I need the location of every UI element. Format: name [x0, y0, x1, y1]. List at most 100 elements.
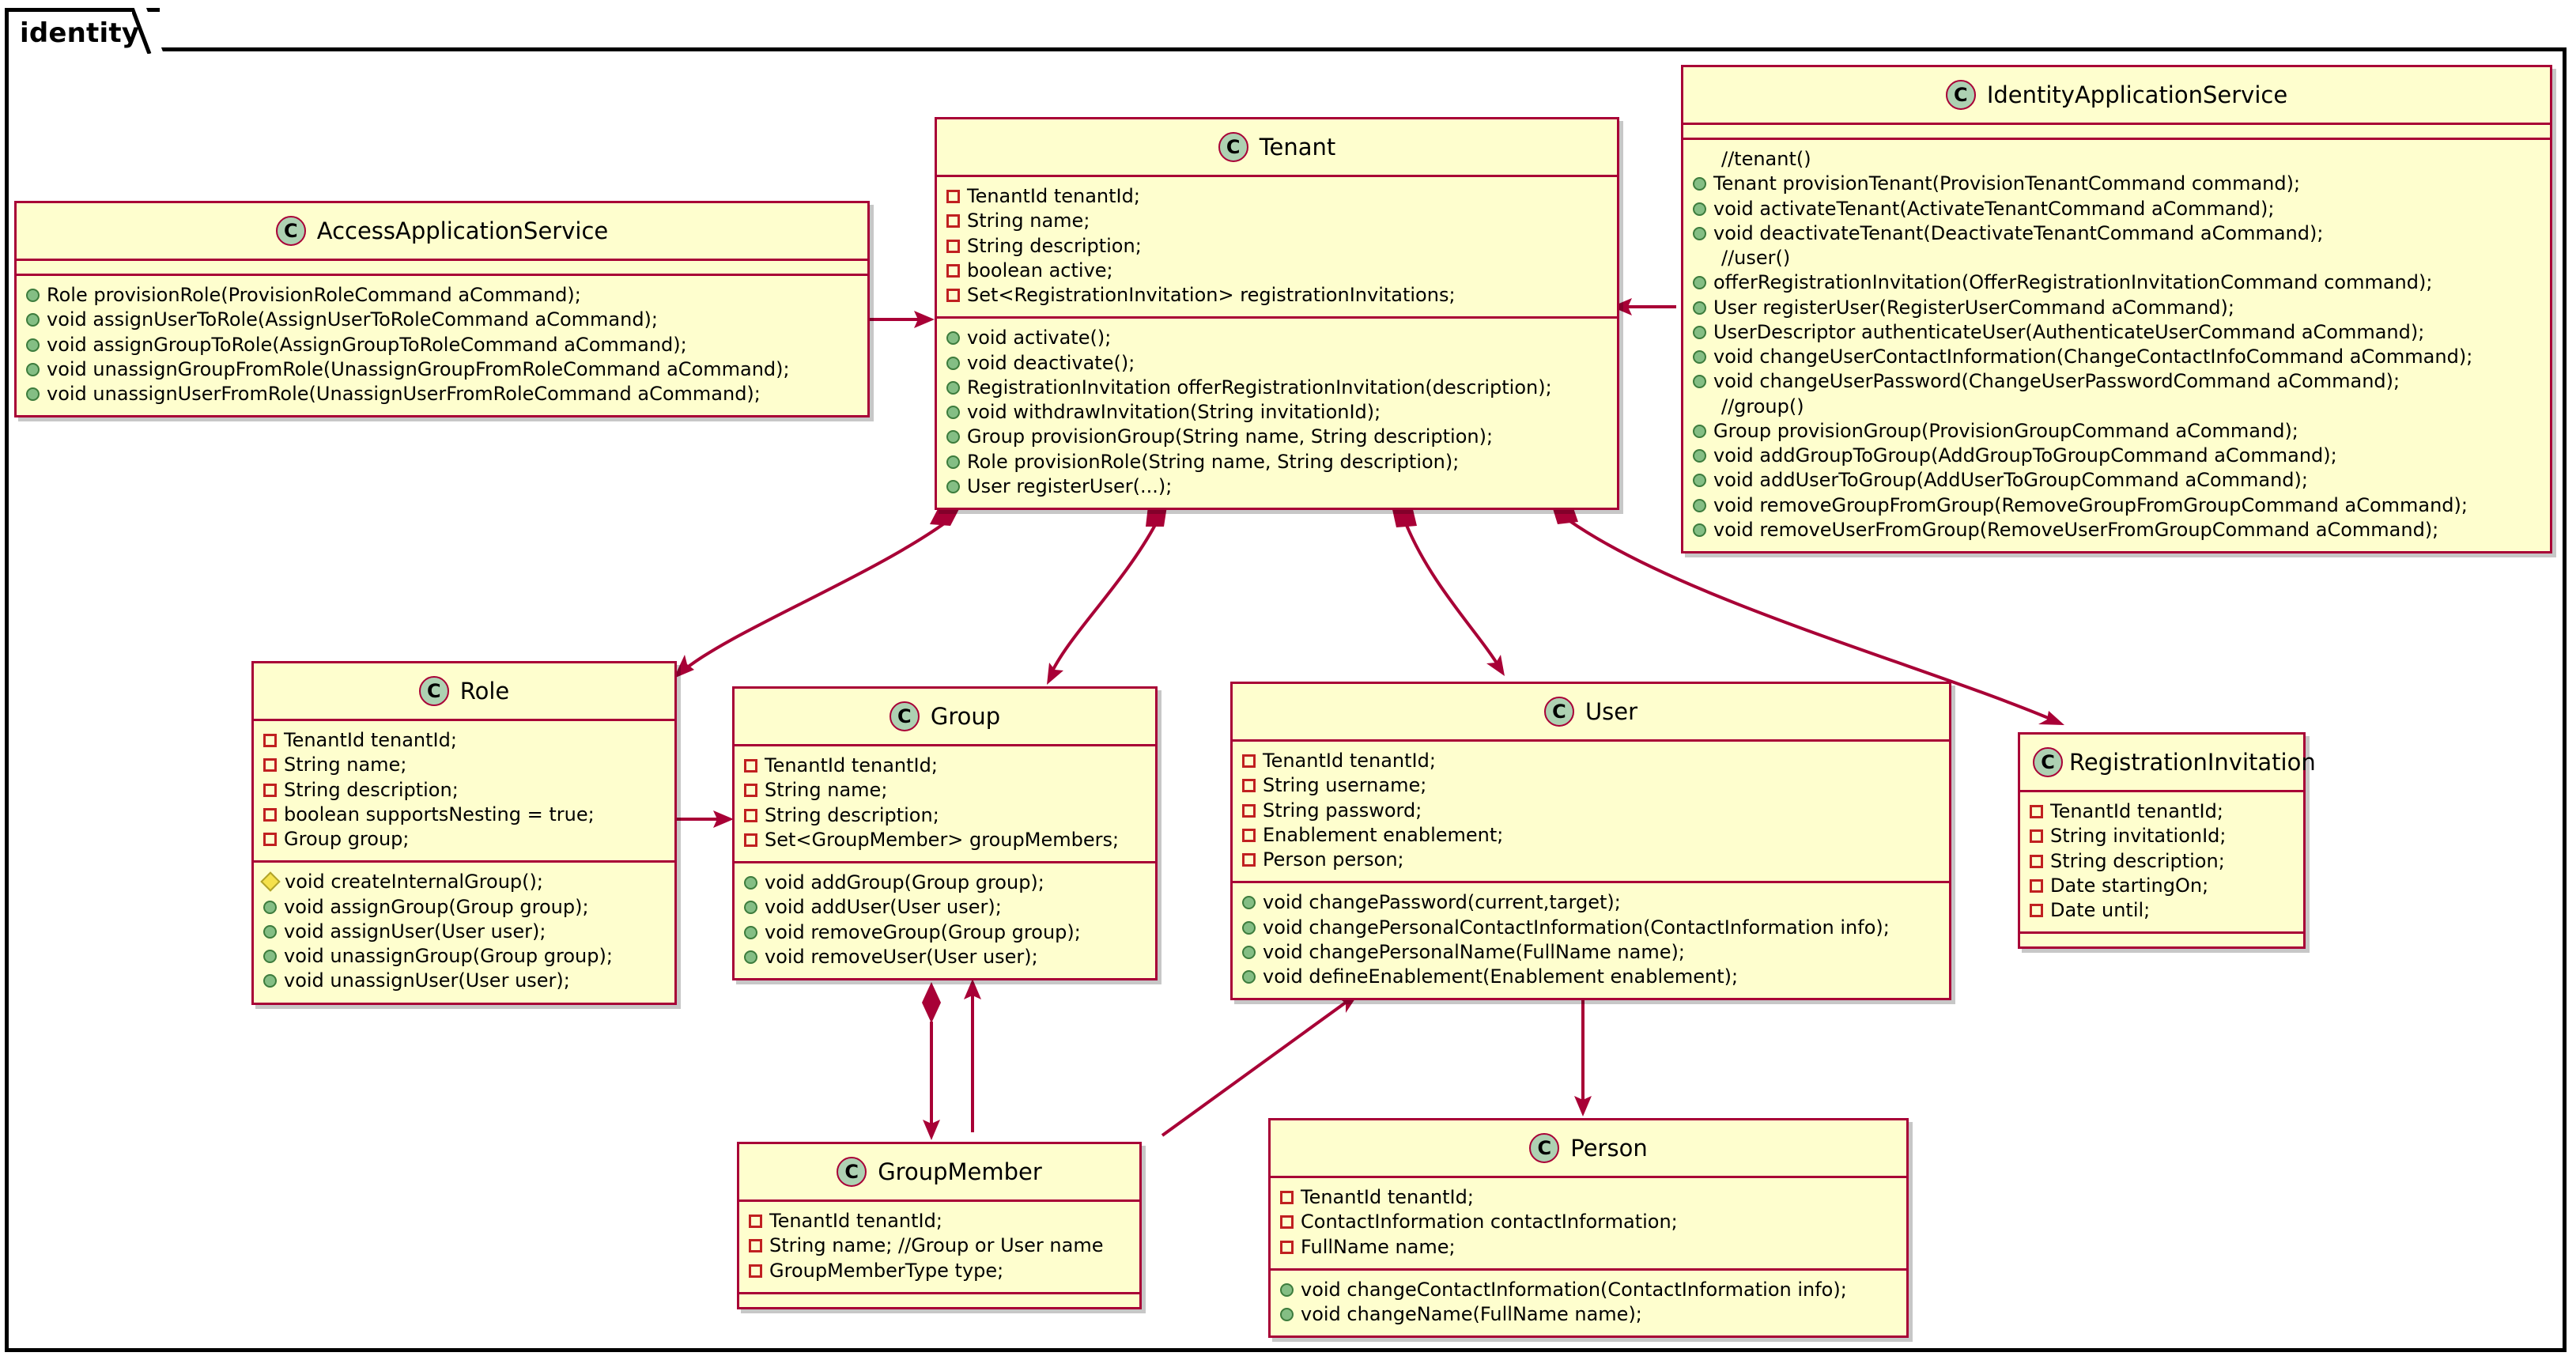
class-icon: C	[1543, 697, 1574, 727]
class-field: String description;	[263, 778, 665, 803]
class-method: void addUser(User user);	[744, 895, 1146, 920]
private-field-icon	[946, 214, 960, 229]
class-method: void removeGroupFromGroup(RemoveGroupFro…	[1693, 493, 2540, 518]
member-label: void changePersonalContactInformation(Co…	[1263, 916, 1890, 939]
class-method: void assignGroupToRole(AssignGroupToRole…	[26, 333, 858, 357]
member-label: void unassignUserFromRole(UnassignUserFr…	[47, 383, 761, 406]
public-method-icon	[1280, 1308, 1294, 1322]
private-field-icon	[749, 1264, 762, 1278]
package-tab-slant	[132, 8, 164, 54]
member-label: void changePersonalName(FullName name);	[1263, 940, 1685, 963]
member-label: boolean supportsNesting = true;	[284, 803, 595, 825]
class-field: String password;	[1242, 799, 1940, 823]
class-method: void addGroupToGroup(AddGroupToGroupComm…	[1693, 444, 2540, 468]
class-comment: //group()	[1693, 395, 2540, 419]
class-field: TenantId tenantId;	[744, 754, 1146, 778]
class-method: Group provisionGroup(String name, String…	[946, 425, 1607, 449]
class-icon: C	[1529, 1133, 1560, 1163]
member-label: Set<RegistrationInvitation> registration…	[967, 284, 1456, 307]
class-box-role[interactable]: C Role TenantId tenantId; String name; Str…	[251, 661, 677, 1005]
class-box-accessapplicationservice[interactable]: C AccessApplicationService Role provisio…	[14, 201, 870, 418]
public-method-icon	[744, 925, 757, 939]
methods-compartment	[2020, 931, 2303, 946]
package-private-method-icon	[260, 871, 281, 893]
member-label: void removeUser(User user);	[765, 945, 1038, 968]
member-label: Set<GroupMember> groupMembers;	[765, 828, 1120, 851]
class-field: TenantId tenantId;	[263, 728, 665, 753]
class-method: void unassignGroupFromRole(UnassignGroup…	[26, 357, 858, 382]
private-field-icon	[1280, 1215, 1294, 1230]
public-method-icon	[1693, 449, 1706, 463]
member-label: void changeContactInformation(ContactInf…	[1301, 1278, 1847, 1301]
methods-compartment: Role provisionRole(ProvisionRoleCommand …	[17, 274, 867, 415]
public-method-icon	[1693, 498, 1706, 512]
class-field: String description;	[2030, 849, 2294, 874]
class-name: RegistrationInvitation	[2069, 749, 2316, 776]
class-icon: C	[889, 701, 920, 731]
public-method-icon	[946, 479, 960, 493]
private-field-icon	[263, 783, 277, 797]
class-method: void deactivate();	[946, 351, 1607, 376]
class-field: Date startingOn;	[2030, 874, 2294, 898]
class-box-registrationinvitation[interactable]: C RegistrationInvitation TenantId tenant…	[2018, 732, 2316, 950]
member-label: Role provisionRole(ProvisionRoleCommand …	[47, 284, 581, 306]
member-label: String invitationId;	[2050, 825, 2227, 848]
class-box-person[interactable]: C Person TenantId tenantId; ContactInform…	[1268, 1118, 1909, 1339]
class-box-user[interactable]: C User TenantId tenantId; String username…	[1230, 682, 1951, 1001]
member-label: String description;	[967, 234, 1142, 257]
member-label: Date startingOn;	[2050, 874, 2209, 897]
public-method-icon	[1693, 523, 1706, 537]
class-comment: //tenant()	[1693, 147, 2540, 172]
class-header: C Person	[1271, 1120, 1906, 1178]
class-box-identityapplicationservice[interactable]: C IdentityApplicationService //tenant() T…	[1681, 65, 2552, 554]
class-box-group[interactable]: C Group TenantId tenantId; String name; St…	[732, 686, 1158, 981]
class-icon: C	[275, 216, 306, 246]
class-field: ContactInformation contactInformation;	[1280, 1210, 1897, 1234]
member-label: String name;	[967, 210, 1090, 232]
public-method-icon	[946, 430, 960, 444]
class-box-groupmember[interactable]: C GroupMember TenantId tenantId; String n…	[737, 1142, 1142, 1309]
private-field-icon	[263, 758, 277, 773]
public-method-icon	[26, 338, 40, 352]
member-label: //tenant()	[1721, 148, 1811, 170]
class-method: void changeUserPassword(ChangeUserPasswo…	[1693, 369, 2540, 394]
fields-compartment: TenantId tenantId; String name; String des…	[937, 177, 1617, 316]
public-method-icon	[1693, 474, 1706, 488]
private-field-icon	[1242, 754, 1256, 768]
member-label: void removeGroup(Group group);	[765, 920, 1081, 943]
class-name: Role	[459, 678, 510, 705]
member-label: //group()	[1721, 395, 1804, 417]
private-field-icon	[2030, 878, 2043, 893]
public-method-icon	[1280, 1283, 1294, 1297]
fields-compartment: TenantId tenantId; String name; String des…	[735, 746, 1155, 861]
class-method: User registerUser(...);	[946, 474, 1607, 499]
member-label: void defineEnablement(Enablement enablem…	[1263, 965, 1739, 988]
private-field-icon	[744, 833, 757, 847]
public-method-icon	[26, 313, 40, 327]
member-label: void deactivate();	[967, 351, 1135, 374]
class-comment: //user()	[1693, 246, 2540, 270]
public-method-icon	[26, 362, 40, 376]
class-name: User	[1585, 698, 1638, 725]
class-icon: C	[418, 676, 449, 706]
public-method-icon	[1693, 424, 1706, 438]
private-field-icon	[1242, 828, 1256, 842]
class-method: void withdrawInvitation(String invitatio…	[946, 400, 1607, 425]
class-header: C Role	[254, 663, 674, 721]
public-method-icon	[263, 950, 277, 964]
class-method: void activate();	[946, 326, 1607, 350]
class-header: C AccessApplicationService	[17, 203, 867, 261]
public-method-icon	[1693, 177, 1706, 191]
member-label: String description;	[2050, 849, 2225, 872]
class-method: void activateTenant(ActivateTenantComman…	[1693, 197, 2540, 221]
public-method-icon	[946, 331, 960, 346]
member-label: Enablement enablement;	[1263, 823, 1504, 846]
class-box-tenant[interactable]: C Tenant TenantId tenantId; String name; S…	[935, 117, 1619, 511]
private-field-icon	[744, 784, 757, 798]
member-label: void deactivateTenant(DeactivateTenantCo…	[1713, 221, 2324, 244]
private-field-icon	[946, 239, 960, 253]
class-field: Enablement enablement;	[1242, 823, 1940, 848]
public-method-icon	[26, 387, 40, 402]
private-field-icon	[946, 289, 960, 303]
class-method: UserDescriptor authenticateUser(Authenti…	[1693, 320, 2540, 345]
